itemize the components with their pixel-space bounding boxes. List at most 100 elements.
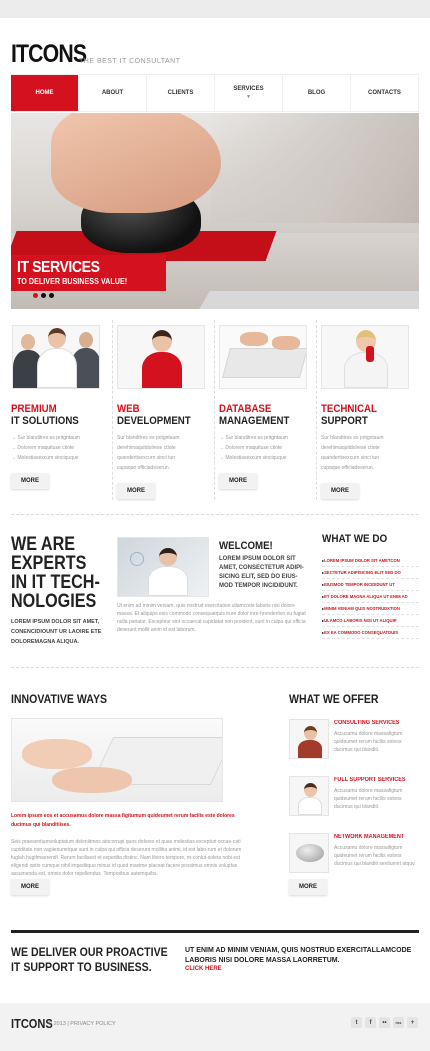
hero-keyboard: [192, 291, 419, 309]
service-title: DATABASE MANAGEMENT: [219, 403, 290, 427]
offer-item: FULL SUPPORT SERVICES Accusamu dolore ma…: [289, 776, 419, 820]
nav-item-blog[interactable]: BLOG: [283, 75, 351, 111]
slider-dot[interactable]: [33, 293, 38, 298]
service-card: DATABASE MANAGEMENT → Sur blanditres es p…: [215, 320, 317, 500]
twitter-icon[interactable]: t: [351, 1017, 362, 1028]
hand-illustration: [22, 739, 92, 769]
person-illustration: [37, 328, 77, 388]
service-line: Sur blanditres es pritgntaum: [321, 435, 384, 441]
what-we-do-item[interactable]: ULAMCO LABORIS NISI UT ALIQUIP: [322, 615, 419, 627]
service-line: derehimaquitdolrese ctiote: [117, 445, 176, 451]
social-links: t f •• rss +: [351, 1017, 418, 1028]
service-line: Sur blanditres es pritgntaum: [117, 435, 180, 441]
welcome-image: [117, 537, 209, 597]
nav-label: HOME: [35, 90, 54, 96]
site-logo[interactable]: ITCONS: [11, 40, 87, 69]
person-illustration: [142, 330, 182, 388]
click-here-link[interactable]: CLICK HERE: [185, 966, 419, 972]
what-we-do-item[interactable]: LOREM IPSUM DOLOR SIT AMETCON: [322, 555, 419, 567]
nav-item-about[interactable]: ABOUT: [79, 75, 147, 111]
offer-image: [289, 833, 329, 873]
main-nav: HOME ABOUT CLIENTS SERVICES ▼ BLOG CONTAC…: [11, 74, 419, 112]
person-illustration: [148, 548, 188, 596]
person-illustration: [298, 783, 322, 815]
offer-image: [289, 719, 329, 759]
nav-item-contacts[interactable]: CONTACTS: [351, 75, 419, 111]
site-tagline: THE BEST IT CONSULTANT: [79, 58, 181, 65]
offer-title: WHAT WE OFFER: [289, 692, 379, 706]
service-line: → Sur blanditres es pritgntaum: [11, 435, 80, 441]
more-button[interactable]: MORE: [117, 483, 155, 499]
nav-item-home[interactable]: HOME: [11, 75, 79, 111]
offer-image: [289, 776, 329, 816]
more-button[interactable]: MORE: [219, 473, 257, 489]
more-button[interactable]: MORE: [289, 879, 327, 895]
slider-dot[interactable]: [49, 293, 54, 298]
offer-item-body: Accusamu dolore massafigtum quideumet re…: [334, 731, 403, 753]
service-image: [117, 325, 205, 389]
hero-background: [211, 113, 419, 223]
chevron-down-icon: ▼: [246, 94, 251, 100]
rss-icon[interactable]: rss: [393, 1017, 404, 1028]
service-line: quandertisexcurn sinci tun: [321, 455, 380, 461]
service-line: cupaque officiadeserun.: [321, 465, 375, 471]
service-card: PREMIUM IT SOLUTIONS → Sur blanditres es …: [11, 320, 113, 500]
innovative-body: Seis praesentiumvoluptatum deleniitmos a…: [11, 839, 242, 877]
nav-label: CLIENTS: [167, 90, 194, 96]
hand-illustration: [272, 336, 300, 350]
footer-copyright[interactable]: © 2013 | PRIVACY POLICY: [48, 1021, 116, 1027]
offer-item-title[interactable]: FULL SUPPORT SERVICES: [334, 777, 406, 783]
welcome-title: WELCOME!: [219, 540, 273, 552]
touchscreen-icon: [130, 552, 144, 566]
service-card: TECHNICAL SUPPORT Sur blanditres es pritg…: [317, 320, 419, 500]
what-we-do-item[interactable]: EX EA COMMODO CONSEQUATDUIS: [322, 627, 419, 639]
service-line: cupaque officiadeserun.: [117, 465, 171, 471]
section-rule: [11, 930, 419, 933]
innovative-highlight: Lorem ipsum eos et accusamus dolore mass…: [11, 813, 235, 828]
service-title: TECHNICAL SUPPORT: [321, 403, 377, 427]
hero-hand-image: [51, 113, 221, 213]
nav-label: CONTACTS: [368, 90, 401, 96]
phone-illustration: [366, 346, 374, 362]
slider-pagination: [33, 293, 54, 298]
nav-item-services[interactable]: SERVICES ▼: [215, 75, 283, 111]
service-line: → Molestiasexcum sinciquque: [219, 455, 287, 461]
service-image: [219, 325, 307, 389]
what-we-do-item[interactable]: MINIM VENIAM QUIS NOSTRUDXTION: [322, 603, 419, 615]
top-strip: [0, 0, 430, 18]
offer-item: CONSULTING SERVICES Accusamu dolore mass…: [289, 719, 419, 763]
what-we-do-item[interactable]: SECTETUR ADIPISICING ELIT SED DO: [322, 567, 419, 579]
slider-dot[interactable]: [41, 293, 46, 298]
offer-item-body: Accusamu dolore massafigtum quideumet re…: [334, 788, 403, 810]
cta-text: UT ENIM AD MINIM VENIAM, QUIS NOSTRUD EX…: [185, 947, 412, 964]
service-title: PREMIUM IT SOLUTIONS: [11, 403, 79, 427]
what-we-do-title: WHAT WE DO: [322, 533, 388, 545]
google-plus-icon[interactable]: +: [407, 1017, 418, 1028]
services-row: PREMIUM IT SOLUTIONS → Sur blanditres es …: [11, 320, 419, 500]
what-we-do-list: LOREM IPSUM DOLOR SIT AMETCON SECTETUR A…: [322, 555, 419, 639]
cta-block: UT ENIM AD MINIM VENIAM, QUIS NOSTRUD EX…: [185, 946, 419, 972]
what-we-do-item[interactable]: ET DOLORE MAGNA ALIQUA UT ENIM AD: [322, 591, 419, 603]
service-image: [12, 325, 100, 389]
offer-item-title[interactable]: CONSULTING SERVICES: [334, 720, 399, 726]
facebook-icon[interactable]: f: [365, 1017, 376, 1028]
offer-item-title[interactable]: NETWORK MANAGEMENT: [334, 834, 404, 840]
more-button[interactable]: MORE: [11, 473, 49, 489]
welcome-body: Ut enim ad minim veniam, quis nostrud ex…: [117, 603, 306, 633]
nav-label: ABOUT: [101, 90, 124, 96]
more-button[interactable]: MORE: [321, 483, 359, 499]
what-we-do-item[interactable]: EIUSMOD TEMPOR INCIDIDUNT UT: [322, 579, 419, 591]
service-lines: Sur blanditres es pritgntaum derehimaqui…: [321, 433, 419, 473]
footer-logo[interactable]: ITCONS: [11, 1016, 53, 1031]
service-lines: Sur blanditres es pritgntaum derehimaqui…: [117, 433, 214, 473]
more-button[interactable]: MORE: [11, 879, 49, 895]
innovative-image: [11, 718, 223, 802]
flickr-icon[interactable]: ••: [379, 1017, 390, 1028]
service-line: derehimaquitdolrese ctiote: [321, 445, 380, 451]
welcome-block: WELCOME! LOREM IPSUM DOLOR SIT AMET, CON…: [219, 540, 311, 591]
service-lines: → Sur blanditres es pritgntaum → Dolorem…: [11, 433, 112, 463]
nav-item-clients[interactable]: CLIENTS: [147, 75, 215, 111]
service-line: quandertisexcurn sinci tun: [117, 455, 176, 461]
person-illustration: [298, 726, 322, 758]
nav-label: SERVICES: [233, 86, 264, 92]
